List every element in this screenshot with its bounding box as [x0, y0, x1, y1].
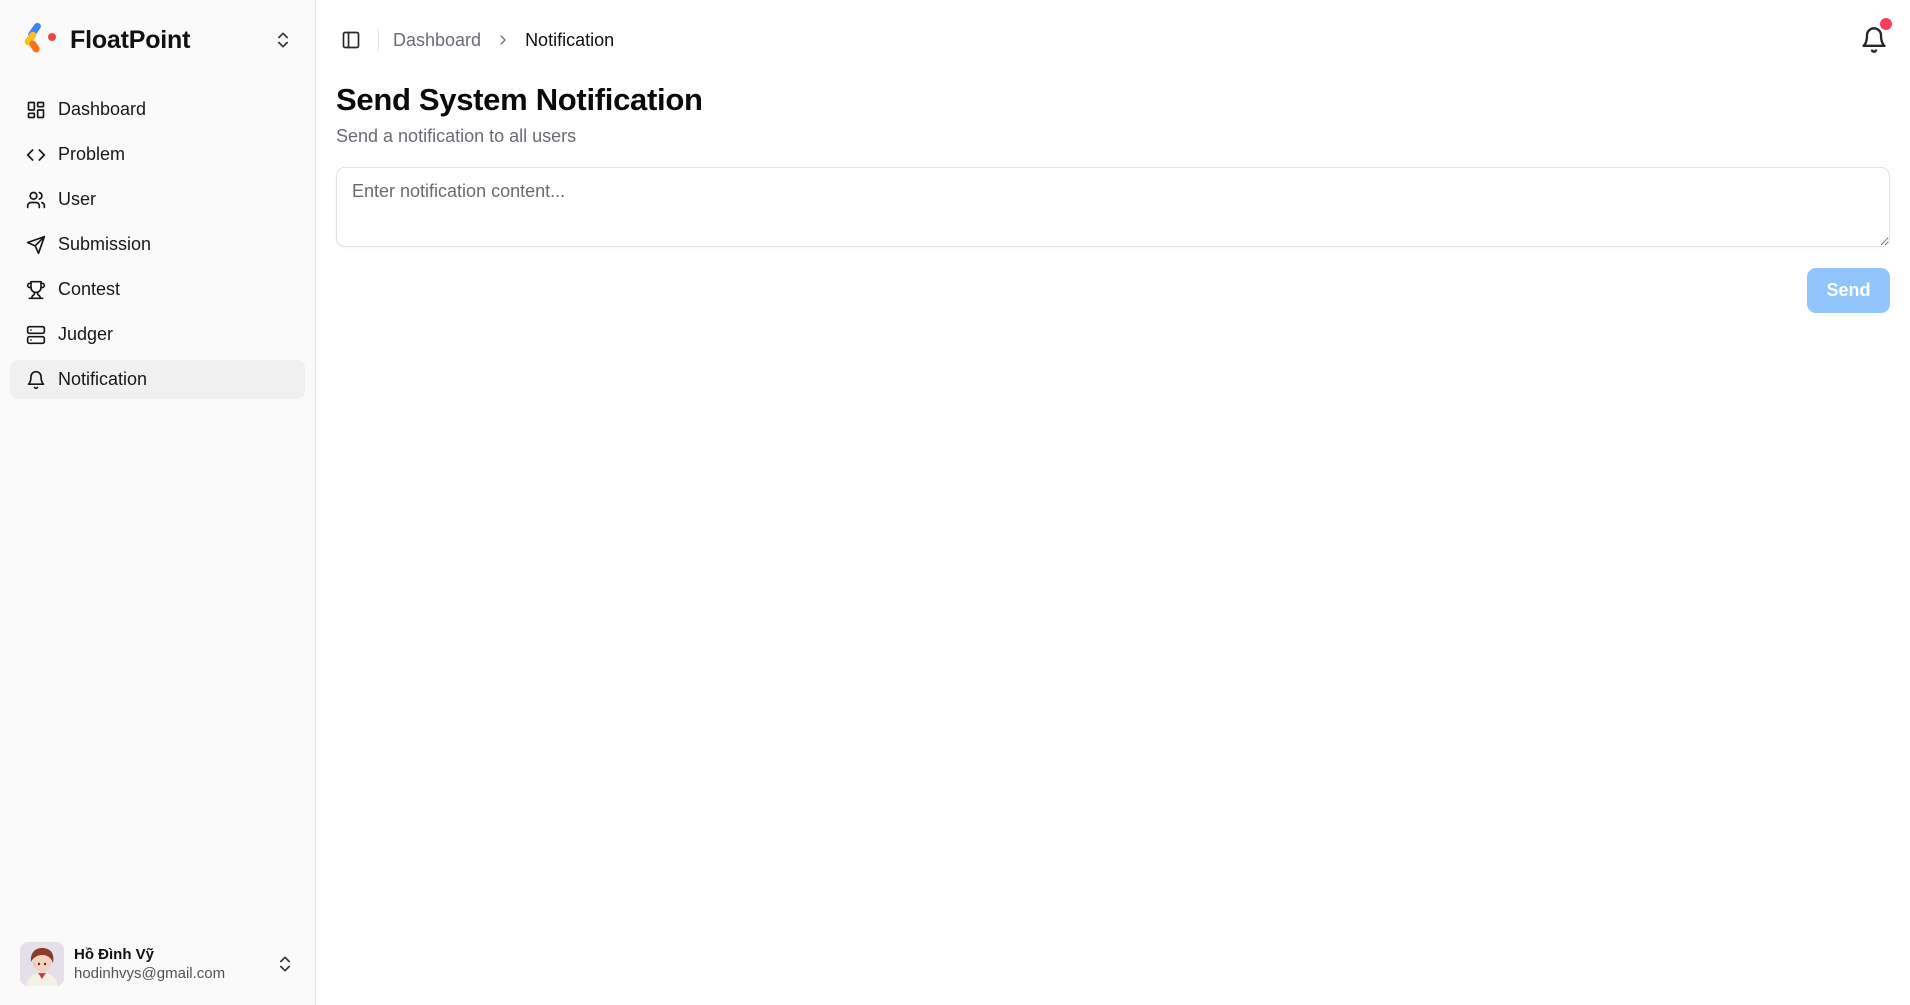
form-actions: Send: [336, 268, 1890, 313]
sidebar-item-label: User: [58, 189, 97, 209]
code-icon: [26, 148, 46, 161]
breadcrumb: Dashboard Notification: [393, 30, 614, 51]
bell-icon: [1862, 27, 1886, 53]
user-name: Hồ Đình Vỹ: [74, 946, 155, 963]
sidebar-nav: Dashboard Problem User Submission Contes…: [0, 80, 315, 409]
user-menu[interactable]: Hồ Đình Vỹ hodinhvys@gmail.com: [10, 935, 305, 993]
floatpoint-logo-icon: [22, 20, 58, 61]
breadcrumb-dashboard-link[interactable]: Dashboard: [393, 30, 481, 51]
page-title: Send System Notification: [336, 82, 703, 117]
breadcrumb-current: Notification: [525, 29, 615, 50]
sidebar-item-label: Problem: [58, 144, 126, 164]
brand-switcher[interactable]: FloatPoint: [0, 0, 315, 80]
user-email: hodinhvys@gmail.com: [74, 965, 226, 982]
notification-form: Send System Notification Send a notifica…: [316, 82, 1910, 313]
app-root: FloatPoint Dashboard Problem User Submis…: [0, 0, 1910, 1005]
sidebar-item-label: Notification: [58, 369, 148, 389]
send-button[interactable]: Send: [1807, 268, 1890, 313]
sidebar-item-dashboard[interactable]: Dashboard: [10, 90, 305, 129]
sidebar-item-label: Submission: [58, 234, 152, 254]
brand: FloatPoint: [22, 20, 190, 61]
divider: [378, 29, 379, 51]
page-subtitle: Send a notification to all users: [336, 126, 577, 146]
panel-left-icon: [342, 31, 360, 49]
sidebar-item-contest[interactable]: Contest: [10, 270, 305, 309]
notification-badge: [1880, 18, 1892, 30]
chevron-updown-icon[interactable]: [275, 954, 295, 974]
topbar: Dashboard Notification: [316, 0, 1910, 80]
avatar: [20, 942, 64, 986]
sidebar-item-judger[interactable]: Judger: [10, 315, 305, 354]
main-content: Dashboard Notification Send System Notif…: [316, 0, 1910, 1005]
sidebar-item-label: Dashboard: [58, 99, 147, 119]
dashboard-icon: [27, 101, 45, 118]
trophy-icon: [26, 280, 46, 299]
sidebar-item-problem[interactable]: Problem: [10, 135, 305, 174]
notifications-button[interactable]: [1860, 18, 1892, 54]
chevron-updown-icon[interactable]: [273, 30, 293, 50]
sidebar-item-notification[interactable]: Notification: [10, 360, 305, 399]
sidebar-item-label: Contest: [58, 279, 121, 299]
sidebar: FloatPoint Dashboard Problem User Submis…: [0, 0, 316, 1005]
send-icon: [26, 235, 46, 254]
sidebar-toggle-button[interactable]: [336, 25, 366, 55]
sidebar-item-label: Judger: [58, 324, 114, 344]
sidebar-item-submission[interactable]: Submission: [10, 225, 305, 264]
notification-content-input[interactable]: [336, 167, 1890, 247]
users-icon: [26, 191, 46, 208]
bell-icon: [27, 370, 45, 389]
brand-name: FloatPoint: [70, 25, 191, 54]
user-info: Hồ Đình Vỹ hodinhvys@gmail.com: [74, 946, 265, 982]
chevron-right-icon: [495, 32, 511, 48]
sidebar-item-user[interactable]: User: [10, 180, 305, 219]
server-icon: [26, 325, 46, 344]
